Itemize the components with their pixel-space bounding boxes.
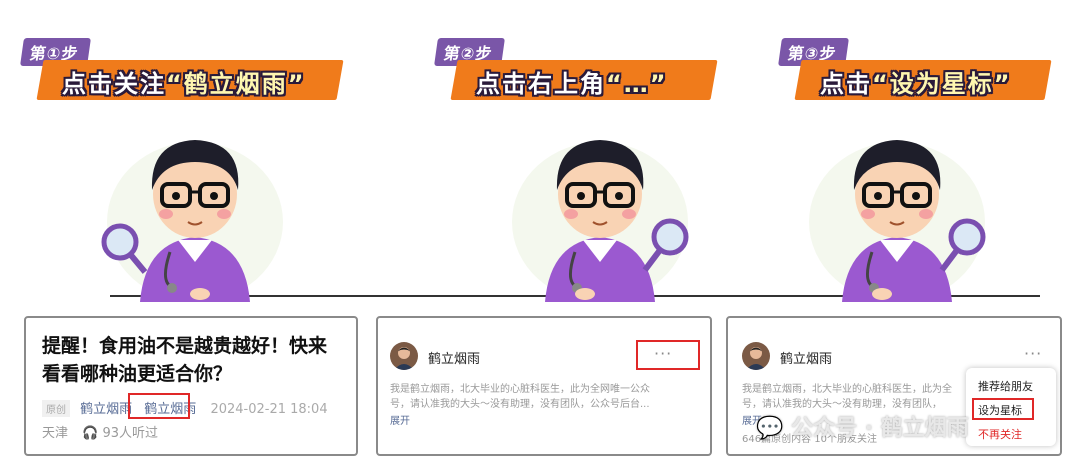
step-banner-text: 点击关注“鹤立烟雨” bbox=[62, 70, 306, 98]
step-banner-text: 点击“设为星标” bbox=[820, 70, 1012, 98]
doctor-illustration-2 bbox=[512, 140, 689, 302]
highlight-account-box bbox=[128, 393, 190, 419]
article-meta-2: 天津 🎧 93人听过 bbox=[42, 422, 158, 441]
article-title: 提醒！食用油不是越贵越好！快来看看哪种油更适合你？ bbox=[42, 335, 328, 385]
avatar[interactable] bbox=[742, 342, 770, 370]
account-name[interactable]: 鹤立烟雨 bbox=[780, 348, 832, 367]
account-description: 我是鹤立烟雨，北大毕业的心脏科医生，此为全网唯一公众 号，请认准我的大头～没有助… bbox=[390, 382, 690, 412]
expand-link[interactable]: 展开 bbox=[390, 414, 410, 429]
menu-recommend[interactable]: 推荐给朋友 bbox=[978, 378, 1033, 394]
desc-line: 号，请认准我的大头～没有助理，没有团队，公众号后台... bbox=[390, 399, 650, 410]
author-link[interactable]: 鹤立烟雨 bbox=[80, 402, 132, 417]
avatar[interactable] bbox=[390, 342, 418, 370]
account-name[interactable]: 鹤立烟雨 bbox=[428, 348, 480, 367]
article-card: 提醒！食用油不是越贵越好！快来看看哪种油更适合你？ 原创 鹤立烟雨 鹤立烟雨 2… bbox=[24, 316, 358, 456]
original-tag: 原创 bbox=[42, 400, 70, 417]
desc-line: 我是鹤立烟雨，北大毕业的心脏科医生，此为全网唯一公众 bbox=[390, 384, 650, 395]
more-icon[interactable]: ··· bbox=[1024, 344, 1042, 363]
menu-unfollow[interactable]: 不再关注 bbox=[978, 426, 1022, 442]
wechat-icon: 💬 bbox=[756, 416, 784, 441]
watermark: 💬 公众号 · 鹤立烟雨 bbox=[756, 416, 969, 441]
desc-line: 我是鹤立烟雨，北大毕业的心脏科医生，此为全 bbox=[742, 384, 952, 395]
account-description: 我是鹤立烟雨，北大毕业的心脏科医生，此为全 号，请认准我的大头～没有助理，没有团… bbox=[742, 382, 972, 412]
publish-date: 2024-02-21 18:04 bbox=[210, 402, 328, 417]
headphone-icon: 🎧 bbox=[82, 426, 99, 441]
location-text: 天津 bbox=[42, 426, 69, 441]
profile-card: 鹤立烟雨 ··· 我是鹤立烟雨，北大毕业的心脏科医生，此为全网唯一公众 号，请认… bbox=[376, 316, 712, 456]
doctor-illustration-3 bbox=[809, 140, 986, 302]
listen-count: 93人听过 bbox=[102, 426, 159, 441]
highlight-more-box bbox=[636, 340, 700, 370]
doctor-illustration-1 bbox=[101, 140, 283, 302]
step-banner-text: 点击右上角“…” bbox=[476, 70, 668, 98]
highlight-star-box bbox=[972, 398, 1034, 420]
